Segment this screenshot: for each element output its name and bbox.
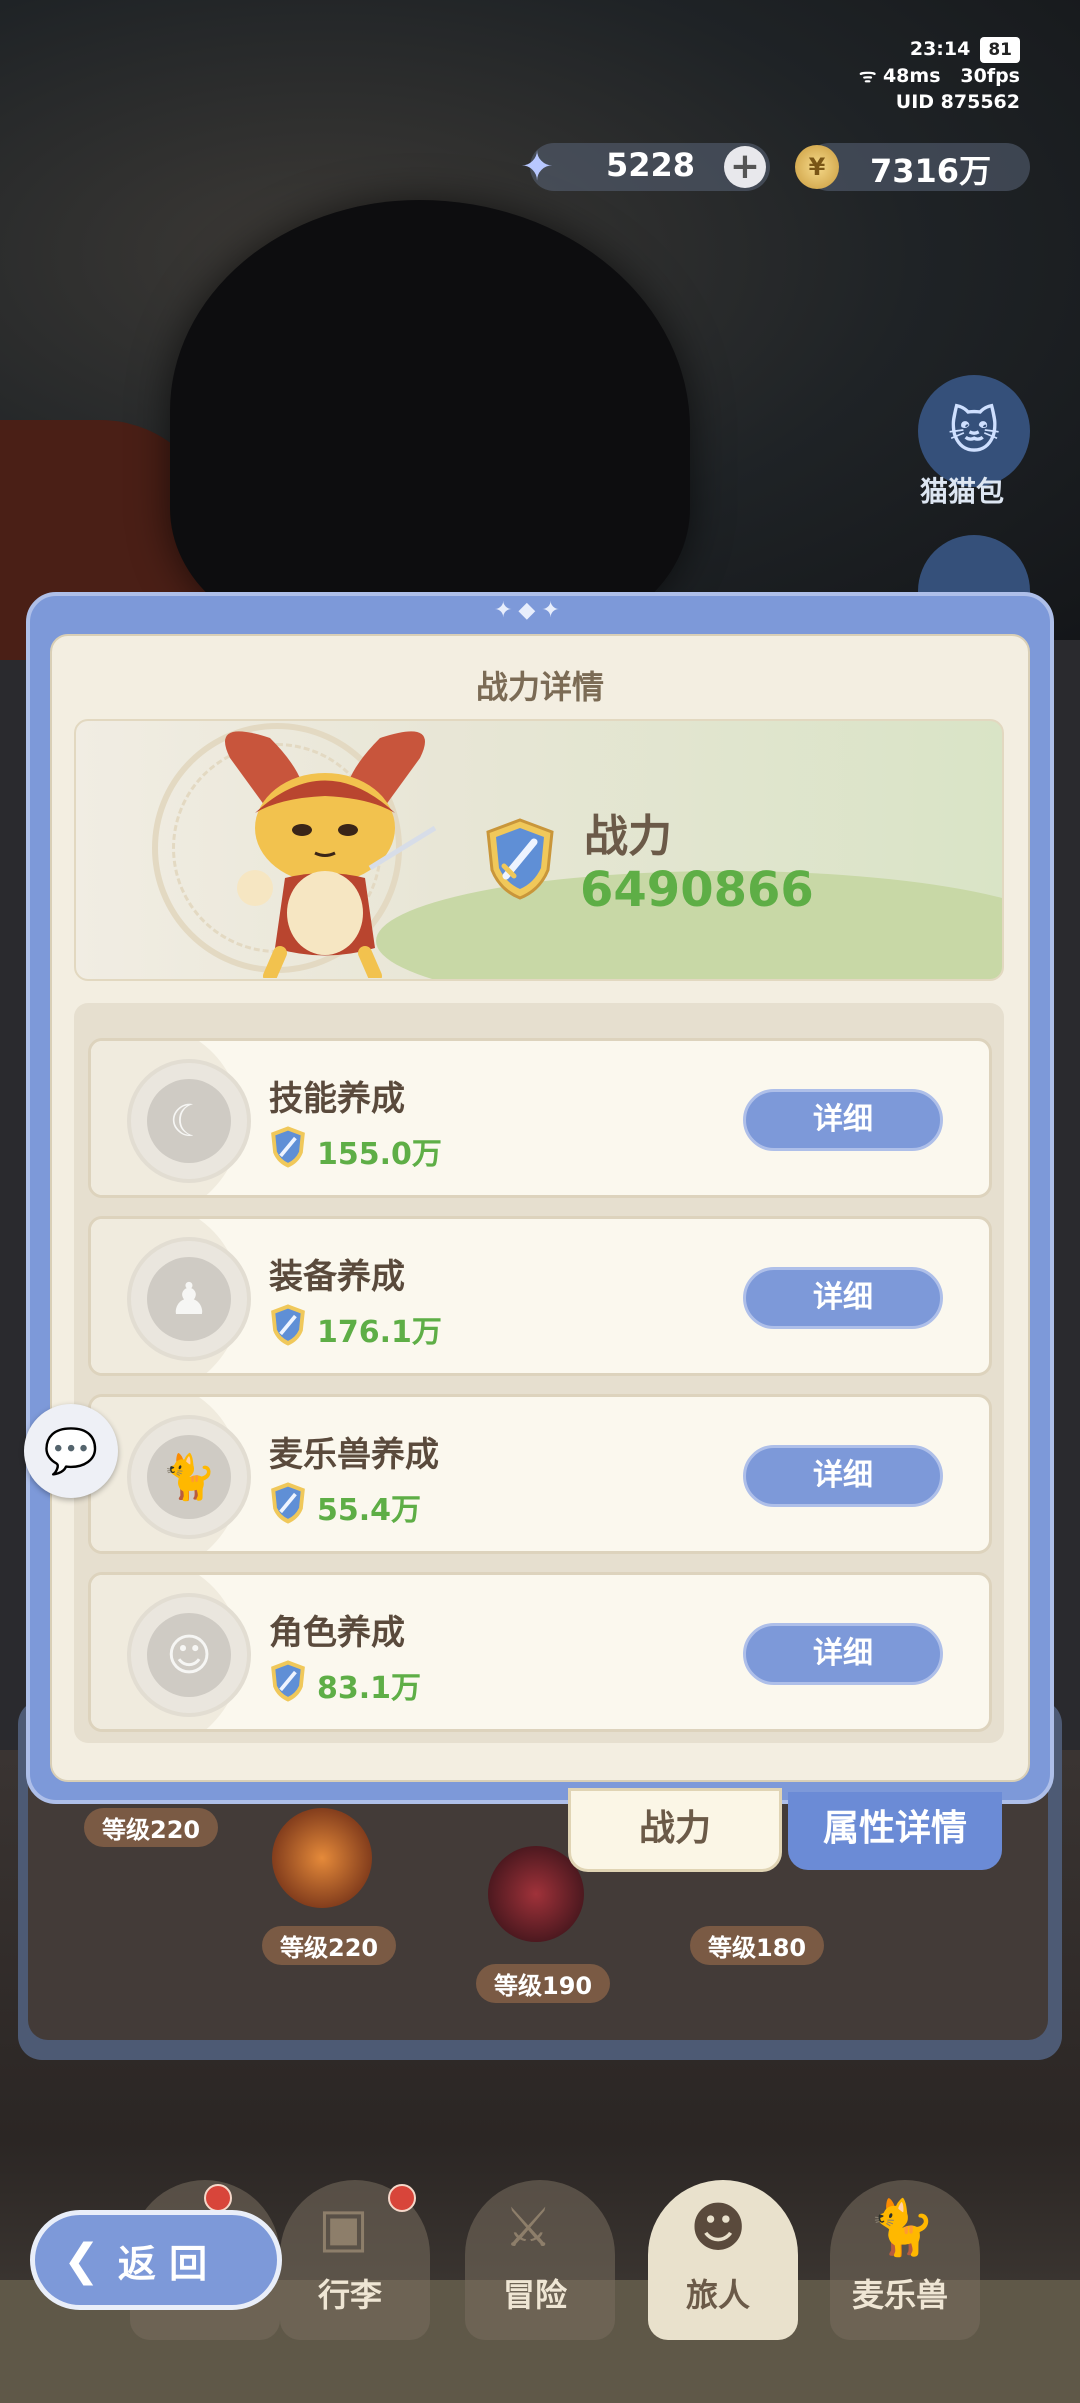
item-value: 55.4万: [317, 1493, 422, 1528]
gem-value: 5228: [606, 146, 696, 184]
chat-button[interactable]: 💬: [24, 1404, 118, 1498]
fps-text: 30fps: [960, 65, 1020, 87]
gold-coin-icon: ¥: [795, 145, 839, 189]
chat-bubble-icon: 💬: [43, 1426, 99, 1477]
shield-icon: [271, 1304, 305, 1346]
item-title: 角色养成: [269, 1613, 405, 1653]
list-item-pet: 🐈 麦乐兽养成 55.4万 详细: [88, 1394, 992, 1554]
item-title: 麦乐兽养成: [269, 1435, 439, 1475]
traveler-icon: ☻: [690, 2196, 747, 2259]
add-gems-button[interactable]: +: [724, 146, 766, 188]
level-badge: 等级220: [84, 1808, 219, 1847]
level-badge: 等级190: [476, 1964, 611, 2003]
dialog-title: 战力详情: [475, 668, 604, 706]
hero-icon: ☺: [127, 1593, 251, 1717]
figure-icon: ♟: [127, 1237, 251, 1361]
cat-icon: 🐈: [127, 1415, 251, 1539]
tab-attribute-details[interactable]: 属性详情: [788, 1792, 1002, 1870]
notification-dot: [388, 2184, 416, 2212]
shield-icon: [271, 1660, 305, 1702]
detail-button[interactable]: 详细: [743, 1445, 943, 1507]
clock: 23:14: [909, 38, 971, 60]
hero-cat-portrait: [225, 731, 437, 978]
cat-icon: 🐈: [868, 2196, 936, 2259]
notification-dot: [204, 2184, 232, 2212]
nav-label-luggage: 行李: [318, 2276, 383, 2314]
status-overlay: 23:14 81 ᯤ 48ms 30fps UID 875562: [859, 36, 1020, 115]
list-item-character: ☺ 角色养成 83.1万 详细: [88, 1572, 992, 1732]
moon-star-icon: ☾: [127, 1059, 251, 1183]
dialog-ornament: ✦◆✦: [494, 598, 566, 623]
cat-bag-label: 猫猫包: [920, 475, 1005, 508]
cat-bag-icon: 🐱: [947, 402, 1001, 460]
shield-icon: [271, 1126, 305, 1168]
level-badge: 等级220: [262, 1926, 397, 1965]
crossed-swords-icon: ⚔: [504, 2196, 553, 2259]
gem-star-icon: ✦: [520, 144, 554, 190]
tab-power[interactable]: 战力: [568, 1788, 782, 1872]
power-shield-icon: [486, 818, 554, 900]
nav-label-pets: 麦乐兽: [852, 2276, 949, 2314]
back-button[interactable]: ❮ 返 回: [30, 2210, 282, 2310]
gold-value: 7316万: [870, 152, 992, 190]
nav-label-adventure: 冒险: [503, 2276, 568, 2314]
power-value: 6490866: [580, 862, 814, 918]
skill-orb[interactable]: [272, 1808, 372, 1908]
item-value: 176.1万: [317, 1315, 442, 1350]
wifi-icon: ᯤ: [858, 65, 883, 87]
power-label: 战力: [584, 811, 672, 862]
ping-text: 48ms: [882, 65, 941, 87]
item-value: 155.0万: [317, 1137, 442, 1172]
list-item-equipment: ♟ 装备养成 176.1万 详细: [88, 1216, 992, 1376]
level-badge: 等级180: [690, 1926, 825, 1965]
nav-label-traveler: 旅人: [686, 2276, 751, 2314]
back-label: 返 回: [117, 2241, 208, 2286]
list-item-skill: ☾ 技能养成 155.0万 详细: [88, 1038, 992, 1198]
item-title: 装备养成: [269, 1257, 405, 1297]
detail-button[interactable]: 详细: [743, 1089, 943, 1151]
battery-indicator: 81: [980, 37, 1020, 63]
item-value: 83.1万: [317, 1671, 422, 1706]
chest-icon: ▣: [318, 2196, 370, 2259]
detail-button[interactable]: 详细: [743, 1267, 943, 1329]
back-arrow-icon: ❮: [63, 2234, 100, 2286]
item-title: 技能养成: [269, 1079, 405, 1119]
detail-button[interactable]: 详细: [743, 1623, 943, 1685]
uid-text: UID 875562: [895, 91, 1020, 113]
shield-icon: [271, 1482, 305, 1524]
